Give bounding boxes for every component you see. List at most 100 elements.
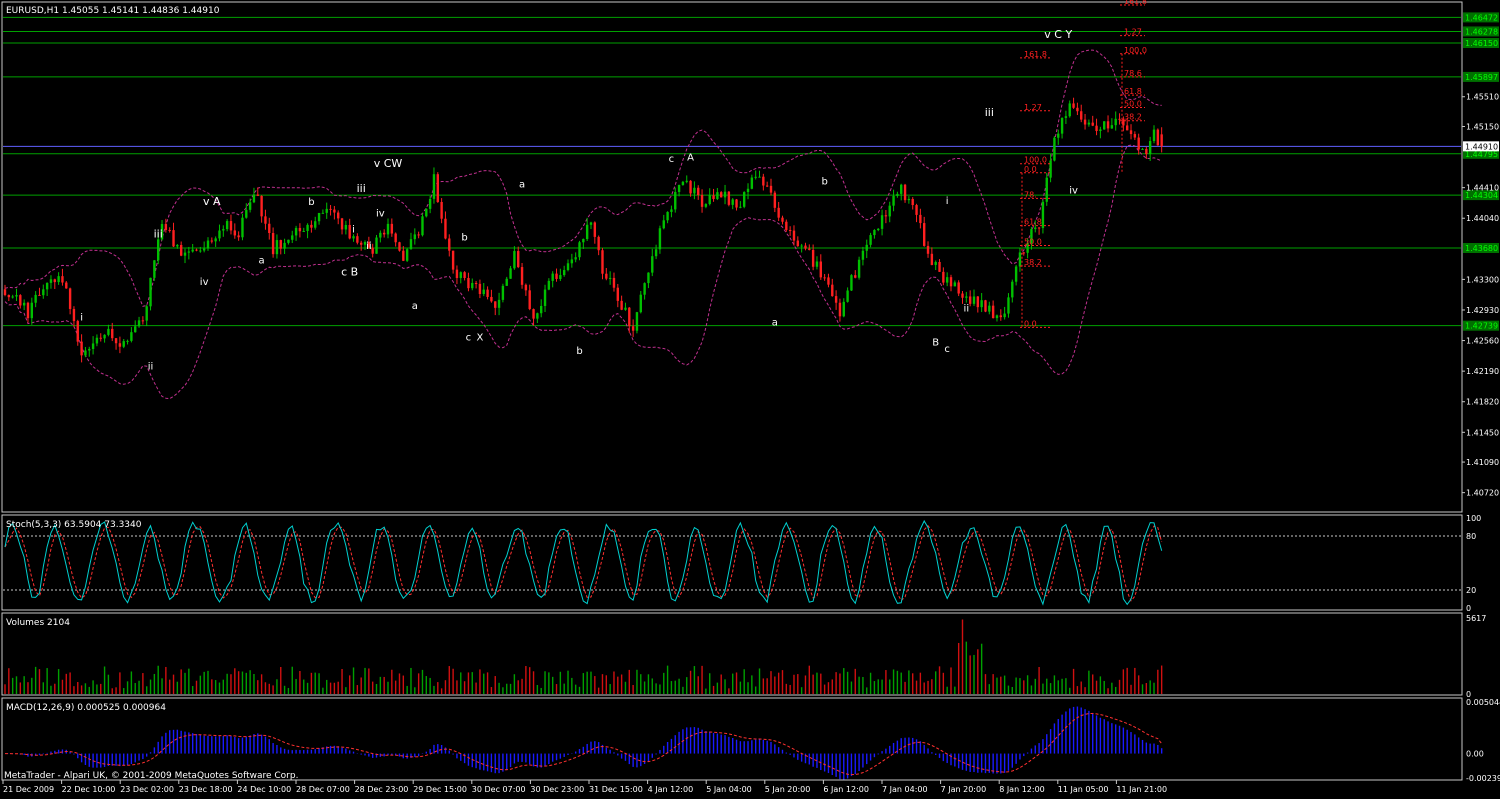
candle-body: [651, 256, 654, 273]
candle-body: [179, 244, 183, 256]
candle-body: [758, 176, 761, 178]
candle-body: [896, 193, 899, 196]
candle-body: [750, 177, 754, 189]
wave-label: v C Y: [1044, 28, 1072, 41]
stoch-tick-label: 80: [1466, 532, 1476, 541]
candle-body: [440, 201, 443, 219]
candle-body: [111, 328, 114, 339]
candle-body: [589, 222, 593, 225]
candle-body: [245, 209, 248, 218]
macd-panel[interactable]: 0.005044 0.00 -0.00239 MACD(12,26,9) 0.000…: [1, 697, 1500, 783]
candle-body: [869, 235, 872, 245]
candle-body: [1003, 313, 1006, 318]
time-tick-label: 30 Dec 23:00: [530, 785, 584, 794]
main-panel[interactable]: 1.464721.462781.461501.458971.447951.443…: [1, 0, 1499, 513]
candle-body: [635, 312, 639, 331]
candle-body: [1133, 134, 1137, 138]
price-tick-label: 1.44040: [1466, 214, 1499, 223]
candle-body: [857, 259, 861, 278]
time-tick-label: 28 Dec 07:00: [296, 785, 350, 794]
candle-body: [689, 180, 692, 194]
candle-body: [398, 242, 401, 251]
wave-label: v A: [203, 195, 221, 208]
main-panel-frame: [1, 1, 1463, 513]
time-tick-label: 6 Jan 12:00: [823, 785, 869, 794]
candle-body: [248, 202, 252, 210]
stoch-axis: 100 80 20 0: [1466, 514, 1481, 613]
candle-body: [11, 296, 14, 298]
candle-body: [19, 295, 22, 306]
candle-body: [490, 296, 493, 302]
candle-body: [302, 230, 305, 232]
candle-body: [325, 208, 328, 213]
time-tick-label: 29 Dec 15:00: [413, 785, 467, 794]
candle-body: [210, 240, 214, 242]
macd-tick-label: 0.00: [1466, 750, 1484, 759]
time-axis: 21 Dec 2009 22 Dec 10:00 23 Dec 02:00 23 De…: [2, 780, 1167, 794]
candle-body: [279, 240, 282, 249]
candle-body: [130, 332, 133, 341]
time-tick-label: 21 Dec 2009: [3, 785, 54, 794]
candle-body: [861, 250, 865, 260]
candle-body: [344, 224, 348, 230]
wave-label: iii: [154, 227, 163, 240]
candle-body: [543, 289, 547, 306]
fib-label: 100.0: [1024, 156, 1047, 165]
candle-body: [957, 282, 960, 294]
volume-panel[interactable]: 56170 Volumes 2104: [1, 612, 1486, 699]
fib-label: 161.8: [1124, 0, 1147, 6]
candle-body: [582, 239, 585, 243]
candle-body: [677, 184, 681, 192]
chart-window[interactable]: 1.464721.462781.461501.458971.447951.443…: [0, 0, 1500, 799]
candle-body: [754, 176, 757, 178]
candle-body: [471, 283, 474, 289]
level-tag-label: 1.46472: [1465, 13, 1498, 22]
level-tag-label: 1.46278: [1465, 27, 1498, 36]
candle-body: [1129, 130, 1133, 135]
candle-body: [631, 326, 635, 331]
candle-body: [1125, 125, 1129, 131]
candle-body: [1034, 227, 1037, 230]
candle-body: [513, 251, 516, 269]
candle-body: [1022, 252, 1025, 254]
candle-body: [95, 337, 99, 344]
candle-body: [528, 290, 531, 310]
candle-body: [850, 275, 853, 291]
candle-body: [999, 315, 1002, 318]
stoch-tick-label: 20: [1466, 586, 1476, 595]
time-tick-label: 31 Dec 15:00: [589, 785, 643, 794]
stoch-panel[interactable]: 100 80 20 0 Stoch(5,3,3) 63.5904 73.3340: [1, 514, 1481, 613]
candle-body: [164, 224, 168, 230]
candle-body: [501, 285, 505, 300]
candle-body: [268, 223, 271, 233]
candle-body: [1091, 122, 1094, 126]
candle-body: [459, 272, 462, 279]
candle-body: [670, 209, 673, 212]
price-tick-label: 1.41090: [1466, 458, 1499, 467]
wave-label: B: [932, 338, 939, 349]
candle-body: [765, 185, 769, 187]
wave-label: a: [259, 256, 265, 267]
candle-body: [114, 338, 118, 344]
candle-body: [413, 234, 417, 240]
candle-body: [880, 215, 884, 229]
macd-title: MACD(12,26,9) 0.000525 0.000964: [6, 703, 166, 713]
macd-tick-label: 0.005044: [1466, 698, 1500, 707]
candle-body: [233, 230, 236, 236]
candle-body: [574, 257, 577, 260]
candle-body: [800, 245, 803, 247]
candle-body: [153, 260, 156, 278]
level-tag-label: 1.43680: [1465, 244, 1498, 253]
candle-body: [566, 263, 570, 271]
candle-body: [22, 302, 26, 306]
candle-body: [382, 232, 386, 235]
candle-body: [390, 223, 394, 234]
candle-body: [616, 287, 619, 301]
wave-label: a: [412, 301, 418, 312]
candle-body: [1041, 201, 1045, 229]
candle-body: [157, 239, 160, 261]
candle-body: [42, 289, 45, 296]
candle-body: [1148, 141, 1152, 155]
candle-body: [601, 250, 604, 274]
candle-body: [65, 282, 68, 289]
